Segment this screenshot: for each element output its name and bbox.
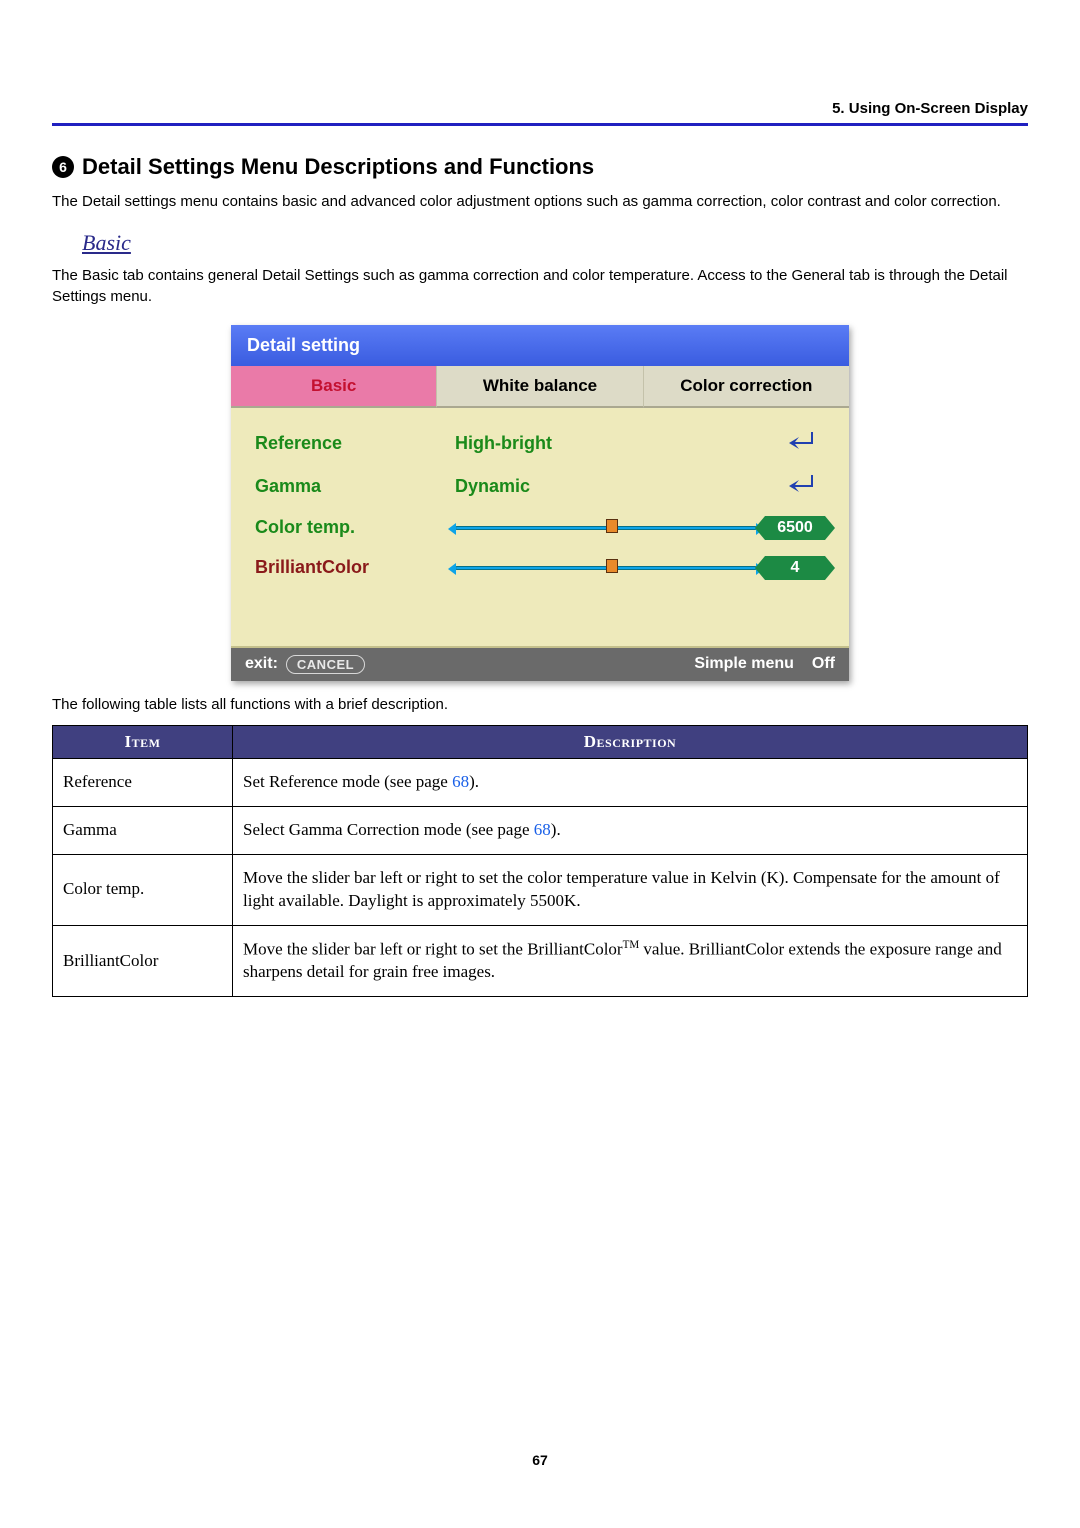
simple-menu-label: Simple menu <box>694 655 794 673</box>
tab-basic[interactable]: Basic <box>231 366 437 408</box>
table-row: Reference Set Reference mode (see page 6… <box>53 759 1028 807</box>
functions-table: Item Description Reference Set Reference… <box>52 725 1028 997</box>
th-item: Item <box>53 726 233 759</box>
enter-icon <box>785 473 815 500</box>
td-desc: Select Gamma Correction mode (see page 6… <box>233 806 1028 854</box>
osd-footer: exit: CANCEL Simple menu Off <box>231 648 849 681</box>
page-title-row: 6 Detail Settings Menu Descriptions and … <box>52 154 1028 180</box>
intro-text: The Detail settings menu contains basic … <box>52 192 1028 212</box>
enter-icon <box>785 430 815 457</box>
value-gamma: Dynamic <box>455 476 655 497</box>
osd-body: Reference High-bright Gamma Dynamic <box>231 408 849 648</box>
label-gamma: Gamma <box>255 476 455 497</box>
section-header: 5. Using On-Screen Display <box>52 100 1028 126</box>
row-gamma[interactable]: Gamma Dynamic <box>255 465 825 508</box>
badge-brilliant: 4 <box>765 556 825 580</box>
label-reference: Reference <box>255 433 455 454</box>
td-item: Reference <box>53 759 233 807</box>
page-link[interactable]: 68 <box>452 772 469 791</box>
osd-title: Detail setting <box>231 325 849 366</box>
table-row: Color temp. Move the slider bar left or … <box>53 854 1028 925</box>
th-desc: Description <box>233 726 1028 759</box>
osd-panel: Detail setting Basic White balance Color… <box>231 325 849 681</box>
td-item: Color temp. <box>53 854 233 925</box>
basic-intro: The Basic tab contains general Detail Se… <box>52 266 1028 307</box>
value-reference: High-bright <box>455 433 655 454</box>
badge-color-temp: 6500 <box>765 516 825 540</box>
label-brilliant: BrilliantColor <box>255 557 455 578</box>
td-desc: Move the slider bar left or right to set… <box>233 925 1028 997</box>
page-title: Detail Settings Menu Descriptions and Fu… <box>82 154 594 180</box>
tab-white-balance[interactable]: White balance <box>437 366 643 408</box>
tab-color-correction[interactable]: Color correction <box>644 366 849 408</box>
table-intro: The following table lists all functions … <box>52 695 1028 715</box>
td-item: BrilliantColor <box>53 925 233 997</box>
section-number-icon: 6 <box>52 156 74 178</box>
table-row: Gamma Select Gamma Correction mode (see … <box>53 806 1028 854</box>
row-reference[interactable]: Reference High-bright <box>255 422 825 465</box>
osd-tabs: Basic White balance Color correction <box>231 366 849 408</box>
table-row: BrilliantColor Move the slider bar left … <box>53 925 1028 997</box>
exit-label: exit: <box>245 655 278 673</box>
td-item: Gamma <box>53 806 233 854</box>
td-desc: Set Reference mode (see page 68). <box>233 759 1028 807</box>
simple-menu-value: Off <box>812 655 835 673</box>
row-color-temp[interactable]: Color temp. 6500 <box>255 508 825 548</box>
slider-color-temp[interactable] <box>455 524 757 532</box>
label-color-temp: Color temp. <box>255 517 455 538</box>
basic-heading: Basic <box>82 230 1028 256</box>
page-link[interactable]: 68 <box>534 820 551 839</box>
td-desc: Move the slider bar left or right to set… <box>233 854 1028 925</box>
cancel-button[interactable]: CANCEL <box>286 655 365 674</box>
row-brilliant[interactable]: BrilliantColor 4 <box>255 548 825 588</box>
slider-brilliant[interactable] <box>455 564 757 572</box>
page-number: 67 <box>0 1452 1080 1468</box>
